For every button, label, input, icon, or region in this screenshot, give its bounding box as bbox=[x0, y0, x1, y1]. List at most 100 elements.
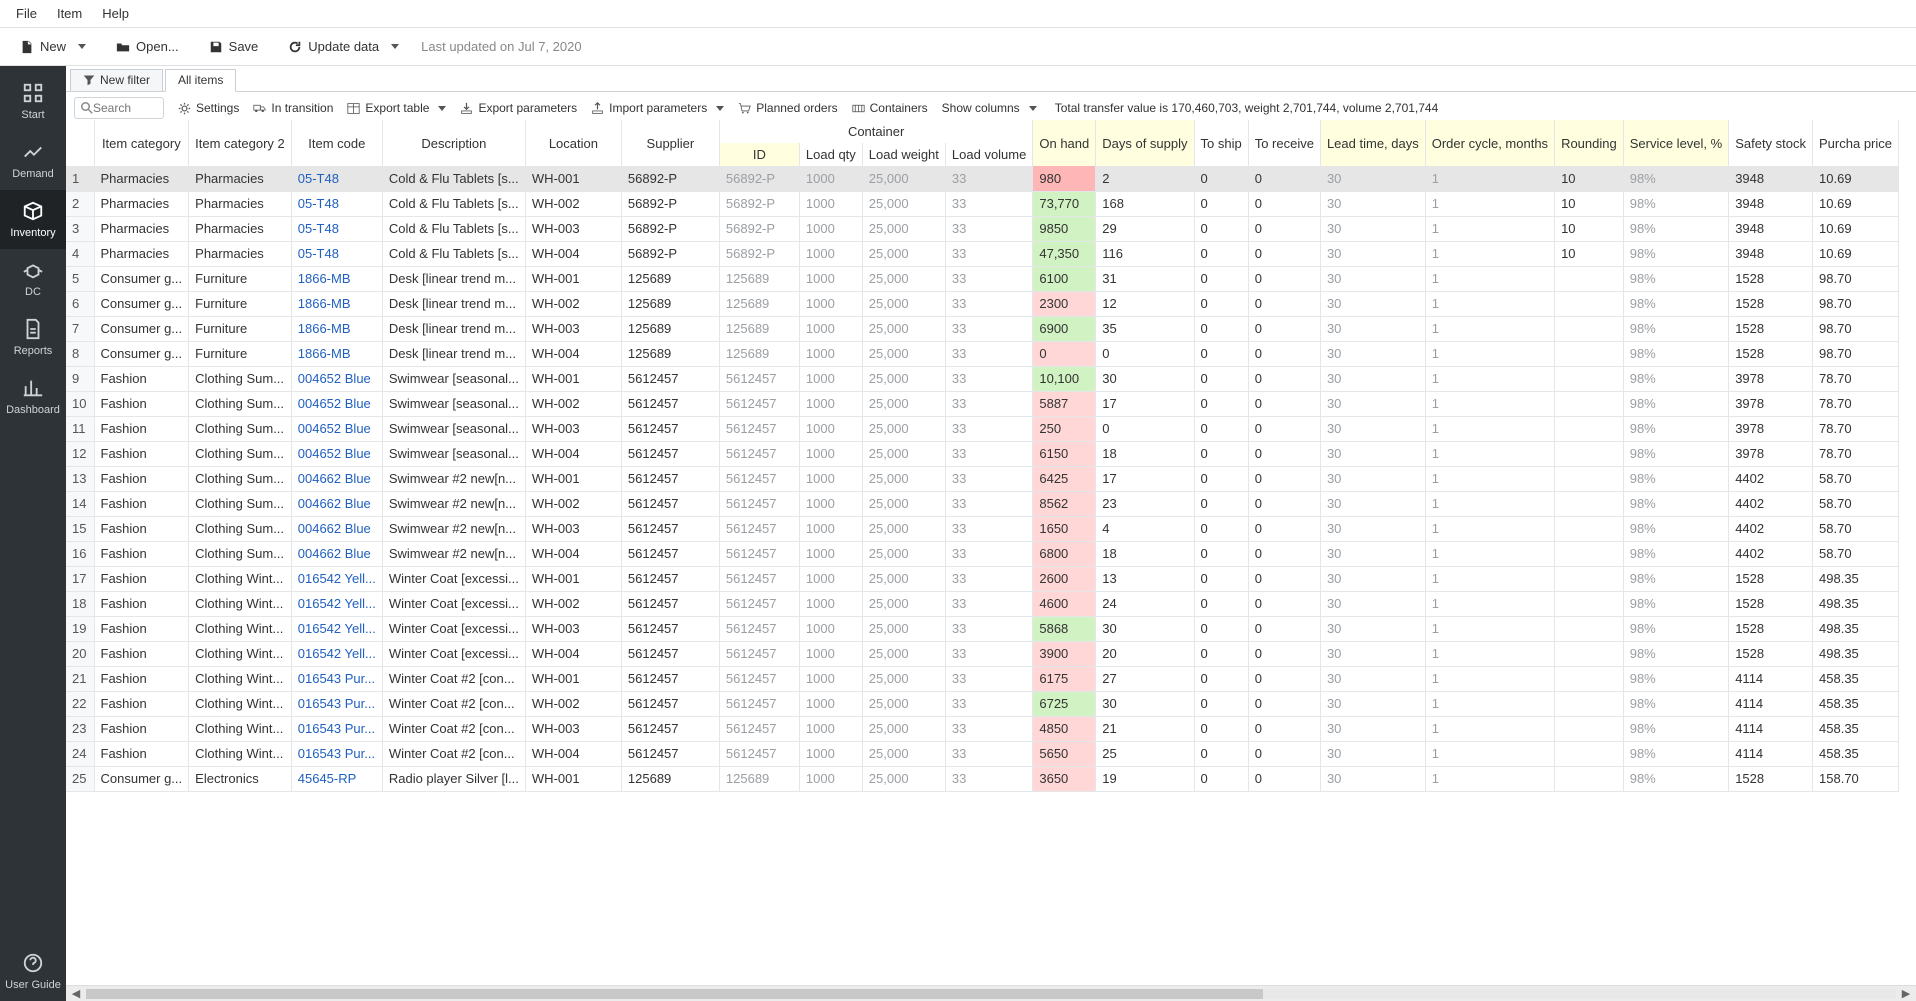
cell-to-ship[interactable]: 0 bbox=[1194, 391, 1248, 416]
cell-order-cycle[interactable]: 1 bbox=[1425, 366, 1554, 391]
cell-location[interactable]: WH-001 bbox=[525, 166, 621, 191]
cell-load-volume[interactable]: 33 bbox=[945, 316, 1032, 341]
cell-load-qty[interactable]: 1000 bbox=[799, 716, 862, 741]
cell-container-id[interactable]: 5612457 bbox=[719, 366, 799, 391]
cell-lead-time[interactable]: 30 bbox=[1320, 516, 1425, 541]
cell-item-category[interactable]: Consumer g... bbox=[94, 766, 189, 791]
table-row[interactable]: 15FashionClothing Sum...004662 BlueSwimw… bbox=[66, 516, 1899, 541]
row-number[interactable]: 7 bbox=[66, 316, 94, 341]
cell-to-ship[interactable]: 0 bbox=[1194, 316, 1248, 341]
cell-to-receive[interactable]: 0 bbox=[1248, 616, 1320, 641]
cell-item-code[interactable]: 016542 Yell... bbox=[291, 591, 382, 616]
cell-lead-time[interactable]: 30 bbox=[1320, 191, 1425, 216]
cell-purchase-price[interactable]: 78.70 bbox=[1813, 441, 1899, 466]
table-row[interactable]: 9FashionClothing Sum...004652 BlueSwimwe… bbox=[66, 366, 1899, 391]
cell-load-weight[interactable]: 25,000 bbox=[862, 716, 945, 741]
cell-container-id[interactable]: 56892-P bbox=[719, 216, 799, 241]
cell-order-cycle[interactable]: 1 bbox=[1425, 591, 1554, 616]
cell-days-supply[interactable]: 25 bbox=[1096, 741, 1194, 766]
cell-days-supply[interactable]: 30 bbox=[1096, 366, 1194, 391]
table-row[interactable]: 1PharmaciesPharmacies05-T48Cold & Flu Ta… bbox=[66, 166, 1899, 191]
cell-location[interactable]: WH-004 bbox=[525, 341, 621, 366]
cell-rounding[interactable] bbox=[1555, 541, 1624, 566]
cell-location[interactable]: WH-004 bbox=[525, 641, 621, 666]
cell-supplier[interactable]: 5612457 bbox=[621, 441, 719, 466]
menu-file[interactable]: File bbox=[6, 2, 47, 25]
cell-on-hand[interactable]: 4600 bbox=[1033, 591, 1096, 616]
cell-lead-time[interactable]: 30 bbox=[1320, 291, 1425, 316]
cell-lead-time[interactable]: 30 bbox=[1320, 691, 1425, 716]
table-row[interactable]: 8Consumer g...Furniture1866-MBDesk [line… bbox=[66, 341, 1899, 366]
cell-item-category[interactable]: Fashion bbox=[94, 741, 189, 766]
cell-service-level[interactable]: 98% bbox=[1623, 416, 1728, 441]
cell-order-cycle[interactable]: 1 bbox=[1425, 741, 1554, 766]
cell-days-supply[interactable]: 30 bbox=[1096, 616, 1194, 641]
cell-supplier[interactable]: 125689 bbox=[621, 766, 719, 791]
cell-load-qty[interactable]: 1000 bbox=[799, 691, 862, 716]
cell-item-category-2[interactable]: Clothing Wint... bbox=[189, 691, 292, 716]
col-item-category[interactable]: Item category bbox=[94, 120, 189, 166]
cell-lead-time[interactable]: 30 bbox=[1320, 316, 1425, 341]
cell-container-id[interactable]: 5612457 bbox=[719, 716, 799, 741]
cell-safety-stock[interactable]: 4114 bbox=[1729, 741, 1813, 766]
cell-days-supply[interactable]: 17 bbox=[1096, 391, 1194, 416]
cell-lead-time[interactable]: 30 bbox=[1320, 616, 1425, 641]
cell-load-volume[interactable]: 33 bbox=[945, 166, 1032, 191]
cell-to-ship[interactable]: 0 bbox=[1194, 216, 1248, 241]
row-number[interactable]: 9 bbox=[66, 366, 94, 391]
cell-supplier[interactable]: 125689 bbox=[621, 316, 719, 341]
cell-item-code[interactable]: 016543 Pur... bbox=[291, 666, 382, 691]
col-supplier[interactable]: Supplier bbox=[621, 120, 719, 166]
row-number[interactable]: 1 bbox=[66, 166, 94, 191]
cell-days-supply[interactable]: 21 bbox=[1096, 716, 1194, 741]
cell-to-ship[interactable]: 0 bbox=[1194, 716, 1248, 741]
cell-load-qty[interactable]: 1000 bbox=[799, 616, 862, 641]
cell-service-level[interactable]: 98% bbox=[1623, 341, 1728, 366]
col-location[interactable]: Location bbox=[525, 120, 621, 166]
cell-on-hand[interactable]: 980 bbox=[1033, 166, 1096, 191]
cell-load-weight[interactable]: 25,000 bbox=[862, 166, 945, 191]
cell-item-category-2[interactable]: Clothing Wint... bbox=[189, 666, 292, 691]
cell-lead-time[interactable]: 30 bbox=[1320, 591, 1425, 616]
planned-orders-button[interactable]: Planned orders bbox=[738, 101, 837, 115]
table-row[interactable]: 2PharmaciesPharmacies05-T48Cold & Flu Ta… bbox=[66, 191, 1899, 216]
cell-location[interactable]: WH-003 bbox=[525, 316, 621, 341]
col-lead-time[interactable]: Lead time, days bbox=[1320, 120, 1425, 166]
cell-item-code[interactable]: 1866-MB bbox=[291, 341, 382, 366]
cell-item-code[interactable]: 016543 Pur... bbox=[291, 741, 382, 766]
cell-load-qty[interactable]: 1000 bbox=[799, 541, 862, 566]
cell-purchase-price[interactable]: 10.69 bbox=[1813, 216, 1899, 241]
cell-item-code[interactable]: 016543 Pur... bbox=[291, 716, 382, 741]
cell-load-weight[interactable]: 25,000 bbox=[862, 566, 945, 591]
cell-safety-stock[interactable]: 3978 bbox=[1729, 416, 1813, 441]
cell-on-hand[interactable]: 8562 bbox=[1033, 491, 1096, 516]
cell-supplier[interactable]: 5612457 bbox=[621, 491, 719, 516]
cell-safety-stock[interactable]: 3948 bbox=[1729, 241, 1813, 266]
cell-to-ship[interactable]: 0 bbox=[1194, 516, 1248, 541]
cell-supplier[interactable]: 5612457 bbox=[621, 666, 719, 691]
row-number[interactable]: 17 bbox=[66, 566, 94, 591]
cell-service-level[interactable]: 98% bbox=[1623, 516, 1728, 541]
table-row[interactable]: 3PharmaciesPharmacies05-T48Cold & Flu Ta… bbox=[66, 216, 1899, 241]
cell-to-ship[interactable]: 0 bbox=[1194, 691, 1248, 716]
cell-safety-stock[interactable]: 4402 bbox=[1729, 516, 1813, 541]
table-row[interactable]: 24FashionClothing Wint...016543 Pur...Wi… bbox=[66, 741, 1899, 766]
cell-load-volume[interactable]: 33 bbox=[945, 391, 1032, 416]
cell-service-level[interactable]: 98% bbox=[1623, 266, 1728, 291]
cell-rounding[interactable]: 10 bbox=[1555, 191, 1624, 216]
col-on-hand[interactable]: On hand bbox=[1033, 120, 1096, 166]
col-days-supply[interactable]: Days of supply bbox=[1096, 120, 1194, 166]
cell-item-code[interactable]: 004652 Blue bbox=[291, 441, 382, 466]
cell-rounding[interactable] bbox=[1555, 441, 1624, 466]
cell-order-cycle[interactable]: 1 bbox=[1425, 191, 1554, 216]
cell-load-volume[interactable]: 33 bbox=[945, 466, 1032, 491]
cell-purchase-price[interactable]: 78.70 bbox=[1813, 391, 1899, 416]
cell-order-cycle[interactable]: 1 bbox=[1425, 566, 1554, 591]
cell-order-cycle[interactable]: 1 bbox=[1425, 441, 1554, 466]
search-input[interactable] bbox=[93, 101, 153, 115]
cell-safety-stock[interactable]: 4402 bbox=[1729, 541, 1813, 566]
cell-service-level[interactable]: 98% bbox=[1623, 291, 1728, 316]
cell-to-ship[interactable]: 0 bbox=[1194, 291, 1248, 316]
cell-container-id[interactable]: 125689 bbox=[719, 266, 799, 291]
cell-to-ship[interactable]: 0 bbox=[1194, 766, 1248, 791]
